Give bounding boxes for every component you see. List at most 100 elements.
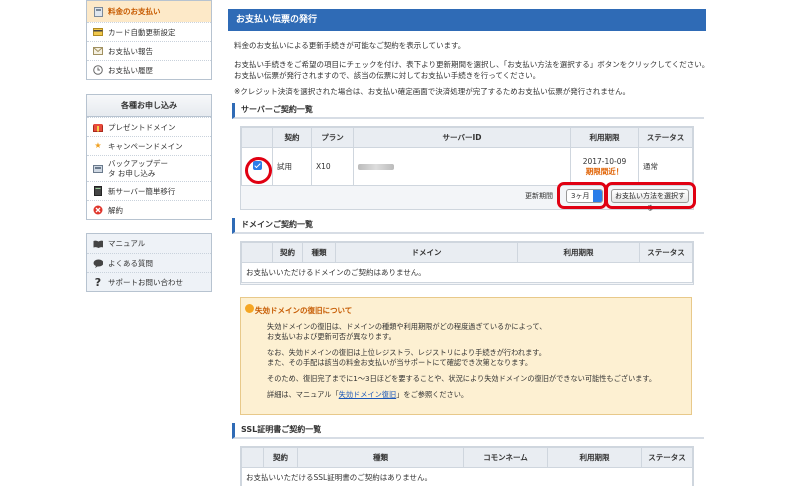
gift-icon (93, 122, 103, 132)
expired-domain-notice: 失効ドメインの復旧について 失効ドメインの復旧は、ドメインの種類や利用期限がどの… (240, 297, 692, 415)
column-header-contract: 契約 (263, 447, 298, 468)
sidebar-support-menu: マニュアル よくある質問 ? サポートお問い合わせ (86, 233, 212, 292)
cancel-icon (93, 205, 103, 215)
question-icon: ? (94, 275, 102, 289)
column-header-expiry: 利用期限 (570, 127, 639, 148)
column-header-server-id: サーバーID (353, 127, 571, 148)
plan-cell: X10 (311, 147, 354, 186)
speech-bubble-icon (93, 258, 103, 268)
sidebar-item-label: プレゼントドメイン (108, 122, 176, 132)
sidebar-item-support-contact[interactable]: ? サポートお問い合わせ (87, 272, 211, 291)
notice-title: 失効ドメインの復旧について (255, 306, 353, 315)
sidebar-item-present-domain[interactable]: プレゼントドメイン (87, 117, 211, 136)
status-cell: 通常 (638, 147, 693, 186)
column-header-status: ステータス (639, 242, 693, 263)
sidebar-item-label: バックアップデータ お申し込み (108, 158, 168, 178)
sidebar-item-campaign-domain[interactable]: ★ キャンペーンドメイン (87, 136, 211, 155)
intro-text-3: お支払い伝票が発行されますので、該当の伝票に対してお支払い手続きを行ってください… (234, 71, 541, 80)
server-icon (93, 186, 103, 196)
ssl-section-heading: SSL証明書ご契約一覧 (232, 423, 704, 439)
intro-text-4: ※クレジット決済を選択された場合は、お支払い確定画面で決済処理が完了するためお支… (234, 87, 631, 96)
sidebar-item-label: よくある質問 (108, 258, 153, 268)
notice-text-4: また、その手配は該当の料金お支払いが当サポートにて確認でき次第となります。 (267, 358, 533, 367)
sidebar-item-label: 新サーバー簡単移行 (108, 186, 176, 196)
contract-cell: 試用 (272, 147, 312, 186)
column-header-select (241, 242, 273, 263)
table-row: お支払いいただけるSSL証明書のご契約はありません。 (241, 467, 693, 486)
column-header-contract: 契約 (272, 127, 312, 148)
column-header-status: ステータス (641, 447, 693, 468)
sidebar-item-payment-history[interactable]: お支払い履歴 (87, 60, 211, 79)
table-header-row: 契約 種類 ドメイン 利用期限 ステータス (241, 242, 693, 263)
column-header-select (241, 127, 273, 148)
column-header-contract: 契約 (272, 242, 303, 263)
sidebar-item-payment-report[interactable]: お支払い報告 (87, 41, 211, 60)
column-header-type: 種類 (302, 242, 336, 263)
sidebar-item-label: マニュアル (108, 239, 146, 248)
envelope-icon (93, 46, 103, 56)
redacted-server-id (358, 164, 394, 170)
notice-detail-line: 詳細は、マニュアル「失効ドメイン復旧」をご参照ください。 (267, 390, 468, 400)
notice-text-2: お支払いおよび更新可否が異なります。 (267, 332, 396, 341)
expired-domain-manual-link[interactable]: 失効ドメイン復旧 (339, 390, 397, 399)
empty-domain-message: お支払いいただけるドメインのご契約はありません。 (241, 262, 693, 283)
column-header-expiry: 利用期限 (547, 447, 642, 468)
table-header-row: 契約 種類 コモンネーム 利用期限 ステータス (241, 447, 693, 468)
credit-card-icon (93, 27, 103, 37)
lightbulb-icon (245, 304, 254, 313)
expiry-warning: 期限間近！ (585, 166, 624, 176)
domain-contract-table: 契約 種類 ドメイン 利用期限 ステータス お支払いいただけるドメインのご契約は… (241, 242, 693, 283)
sidebar-billing-menu: 料金のお支払い カード自動更新設定 お支払い報告 お支払い履歴 (86, 0, 212, 80)
sidebar-applications-menu: 各種お申し込み プレゼントドメイン ★ キャンペーンドメイン バックアップデータ… (86, 94, 212, 220)
sidebar-item-label: カード自動更新設定 (108, 27, 176, 37)
table-row: お支払いいただけるドメインのご契約はありません。 (241, 262, 693, 283)
sidebar-item-faq[interactable]: よくある質問 (87, 253, 211, 272)
detail-prefix: 詳細は、マニュアル「 (267, 390, 339, 399)
column-header-expiry: 利用期限 (517, 242, 640, 263)
renewal-period-label: 更新期間 (525, 192, 553, 200)
sidebar-item-backup-data[interactable]: バックアップデータ お申し込み (87, 155, 211, 181)
server-section-heading: サーバーご契約一覧 (232, 103, 704, 119)
star-icon: ★ (94, 141, 102, 150)
empty-ssl-message: お支払いいただけるSSL証明書のご契約はありません。 (241, 467, 693, 486)
column-header-select (241, 447, 264, 468)
sidebar-item-label: 解約 (108, 205, 123, 215)
sidebar-item-label: お支払い履歴 (108, 65, 153, 75)
sidebar-item-card-auto-renew[interactable]: カード自動更新設定 (87, 22, 211, 41)
sidebar-item-label: サポートお問い合わせ (108, 277, 183, 287)
intro-text-1: 料金のお支払いによる更新手続きが可能なご契約を表示しています。 (234, 41, 466, 50)
server-id-cell (353, 147, 571, 186)
notice-text-5: そのため、復旧完了までに1〜3日ほどを要することや、状況により失効ドメインの復旧… (267, 374, 657, 383)
expiry-date: 2017-10-09 (582, 156, 627, 166)
sidebar-item-server-migration[interactable]: 新サーバー簡単移行 (87, 181, 211, 200)
checkbox-highlight-ring (245, 157, 272, 184)
sidebar-item-label: 料金のお支払い (108, 7, 161, 16)
column-header-plan: プラン (311, 127, 354, 148)
period-highlight-ring (557, 182, 607, 209)
server-contract-table: 契約 プラン サーバーID 利用期限 ステータス 試用 X10 2017-10-… (241, 127, 693, 186)
expiry-cell: 2017-10-09 期限間近！ (570, 147, 639, 186)
detail-suffix: 」をご参照ください。 (396, 390, 469, 399)
calculator-icon (93, 6, 103, 17)
sidebar-section-heading: 各種お申し込み (87, 95, 211, 117)
sidebar-item-label: お支払い報告 (108, 46, 153, 56)
column-header-domain: ドメイン (335, 242, 518, 263)
notice-text-1: 失効ドメインの復旧は、ドメインの種類や利用期限がどの程度過ぎているかによって、 (267, 322, 547, 331)
sidebar-item-payment[interactable]: 料金のお支払い (87, 1, 211, 22)
table-row: 試用 X10 2017-10-09 期限間近！ 通常 (241, 147, 693, 186)
book-icon (93, 239, 103, 249)
sidebar-item-manual[interactable]: マニュアル (87, 234, 211, 253)
button-highlight-ring (605, 182, 696, 209)
intro-text-2: お支払い手続きをご希望の項目にチェックを付け、表下より更新期間を選択し、「お支払… (234, 60, 710, 69)
backup-icon (93, 164, 103, 174)
domain-section-heading: ドメインご契約一覧 (232, 218, 704, 234)
page-title: お支払い伝票の発行 (228, 9, 706, 31)
sidebar-item-label: キャンペーンドメイン (108, 141, 183, 151)
sidebar-item-cancel-contract[interactable]: 解約 (87, 200, 211, 219)
notice-text-3: なお、失効ドメインの復旧は上位レジストラ、レジストリにより手続きが行われます。 (267, 348, 546, 357)
column-header-status: ステータス (638, 127, 693, 148)
clock-icon (93, 65, 103, 75)
ssl-contract-table: 契約 種類 コモンネーム 利用期限 ステータス お支払いいただけるSSL証明書の… (241, 447, 693, 486)
table-header-row: 契約 プラン サーバーID 利用期限 ステータス (241, 127, 693, 148)
column-header-common-name: コモンネーム (463, 447, 548, 468)
